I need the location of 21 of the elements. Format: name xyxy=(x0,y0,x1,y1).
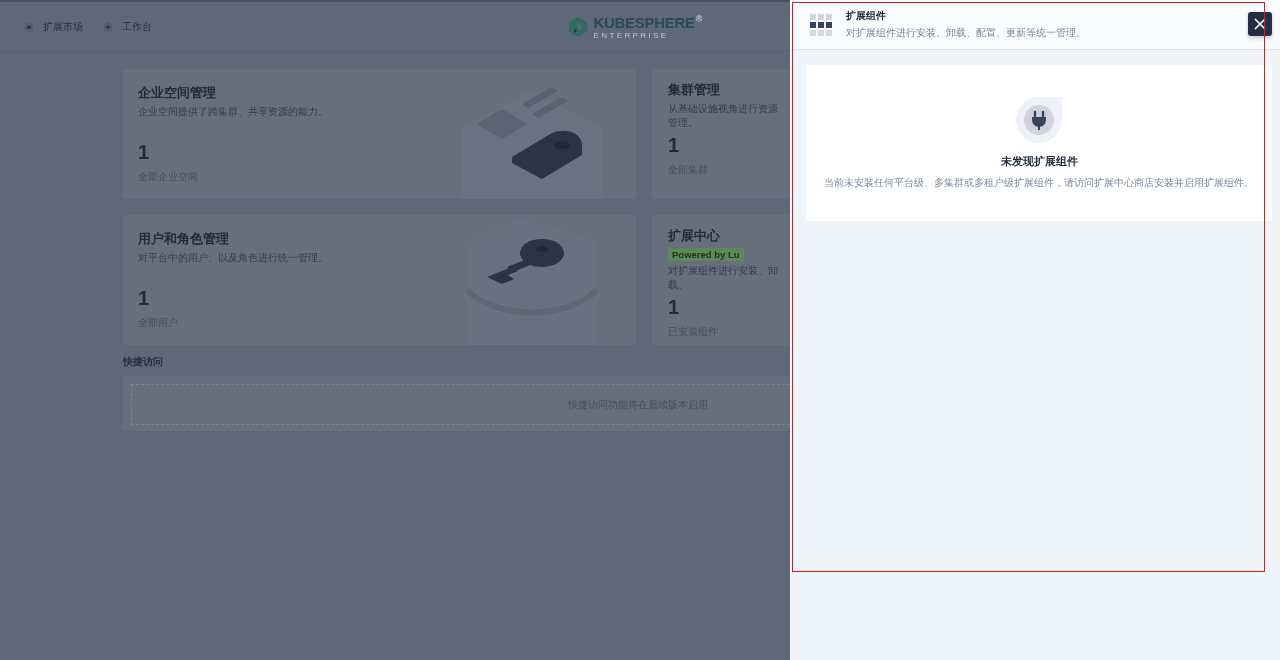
drawer-title: 扩展组件 xyxy=(846,9,887,23)
count-value: 1 xyxy=(138,141,151,164)
plug-icon xyxy=(1016,97,1062,143)
card-title: 集群管理 xyxy=(668,81,720,99)
logo-icon xyxy=(567,14,590,39)
card-title: 扩展中心 xyxy=(668,227,720,245)
grid-icon xyxy=(810,13,832,36)
powered-by-badge: Powered by Lu xyxy=(668,248,744,261)
empty-description: 当前未安装任何平台级、多集群或多租户级扩展组件，请访问扩展中心商店安装并启用扩展组件。 xyxy=(824,176,1254,190)
card-title: 企业空间管理 xyxy=(138,84,216,102)
card-title: 用户和角色管理 xyxy=(138,230,229,248)
drawer-subtitle: 对扩展组件进行安装、卸载、配置、更新等统一管理。 xyxy=(846,26,1086,40)
edition-label: ENTERPRISE xyxy=(593,30,670,40)
section-title: 快捷访问 xyxy=(123,355,164,369)
count-value: 1 xyxy=(668,296,681,319)
registered-mark: ® xyxy=(695,13,702,26)
empty-title: 未发现扩展组件 xyxy=(1000,155,1078,169)
close-icon xyxy=(1254,18,1266,30)
count-value: 1 xyxy=(138,287,151,310)
close-button[interactable] xyxy=(1248,12,1272,36)
count-value: 1 xyxy=(668,134,681,157)
